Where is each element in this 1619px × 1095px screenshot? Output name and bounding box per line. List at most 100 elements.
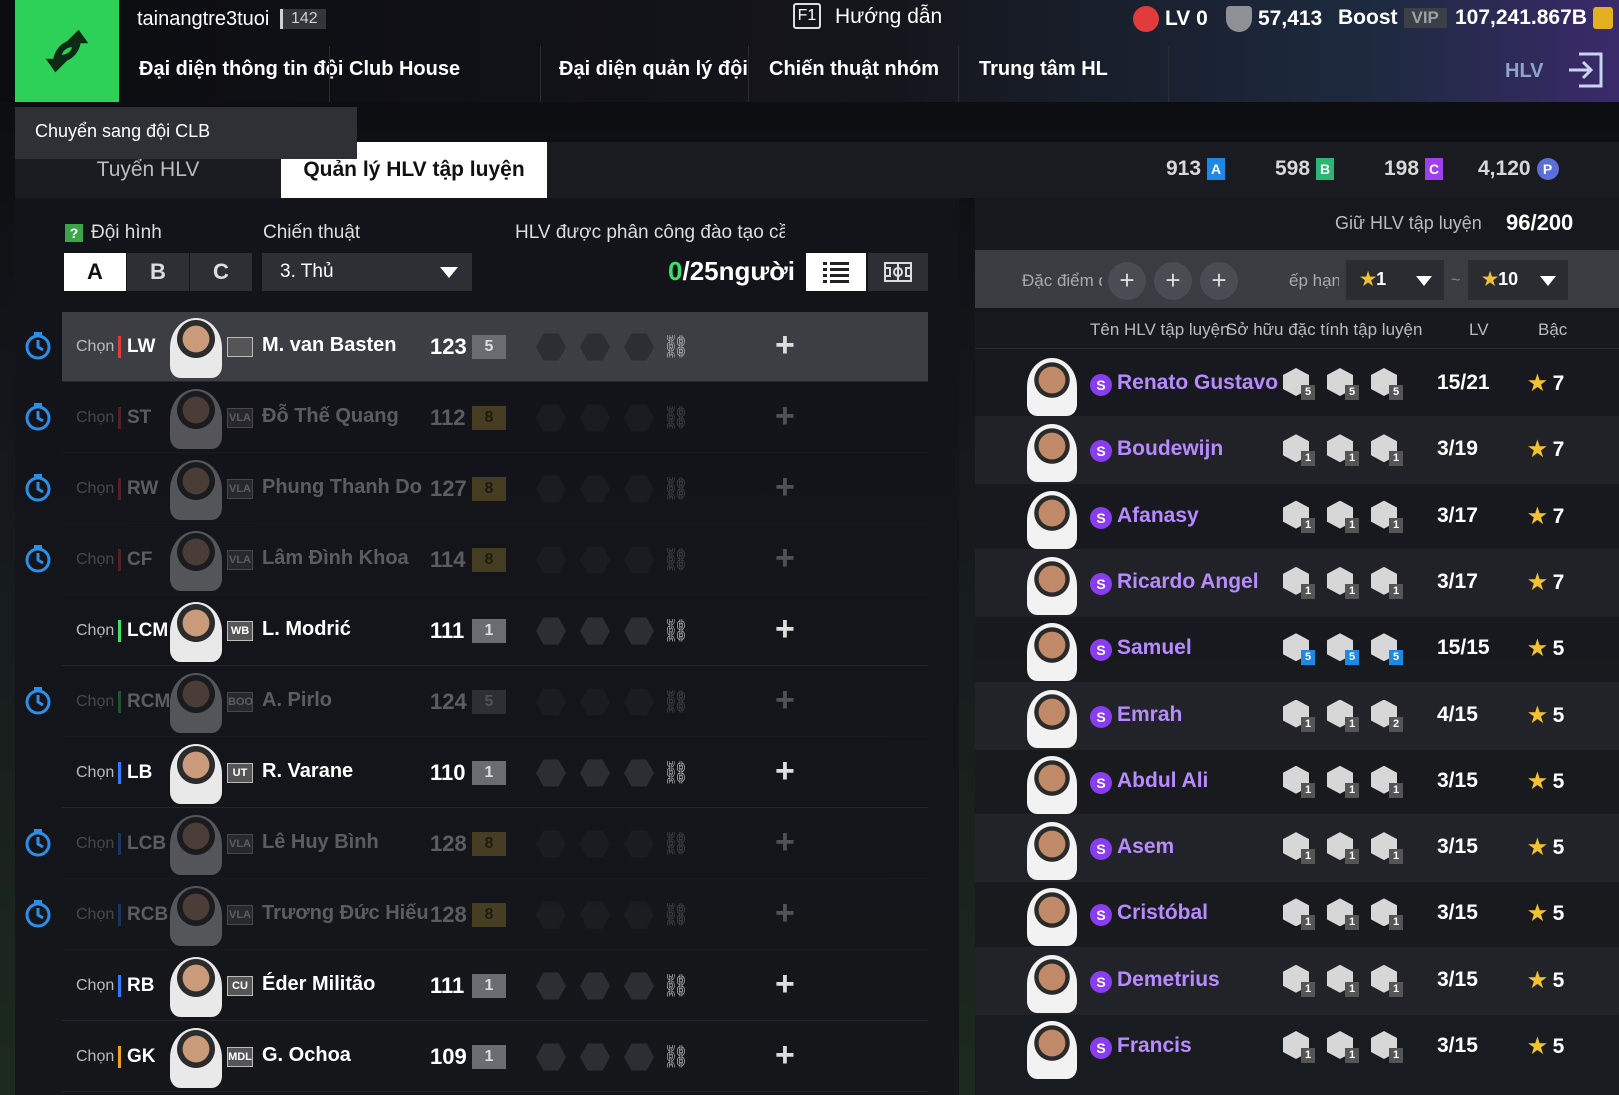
select-label[interactable]: Chọn — [76, 480, 114, 498]
player-row[interactable]: Chọn LW M. van Basten 123 5 ⛓ + — [62, 312, 928, 382]
link-icon[interactable]: ⛓ — [662, 902, 690, 928]
empty-coach-slot-icon[interactable] — [580, 333, 610, 361]
help-icon[interactable]: ? — [65, 224, 83, 242]
training-timer-icon[interactable] — [24, 403, 52, 431]
coach-row[interactable]: S Emrah 1 1 2 4/15 ★ 5 — [975, 681, 1619, 750]
switch-team-logo-button[interactable] — [15, 0, 119, 102]
nav-club-house[interactable]: Club House — [349, 58, 460, 81]
link-icon[interactable]: ⛓ — [662, 689, 690, 715]
training-timer-icon[interactable] — [24, 474, 52, 502]
switch-to-club-team-tooltip[interactable]: Chuyển sang đội CLB — [15, 107, 357, 159]
empty-coach-slot-icon[interactable] — [580, 1043, 610, 1071]
add-coach-button[interactable]: + — [775, 752, 795, 791]
empty-coach-slot-icon[interactable] — [624, 1043, 654, 1071]
formation-a-button[interactable]: A — [64, 253, 126, 291]
empty-coach-slot-icon[interactable] — [624, 688, 654, 716]
add-coach-button[interactable]: + — [775, 468, 795, 507]
add-coach-button[interactable]: + — [775, 539, 795, 578]
coach-row[interactable]: S Ricardo Angel 1 1 1 3/17 ★ 7 — [975, 548, 1619, 617]
player-row[interactable]: Chọn LCM WB L. Modrić 111 1 ⛓ + — [62, 596, 928, 666]
link-icon[interactable]: ⛓ — [662, 760, 690, 786]
add-trait-filter-2[interactable]: + — [1154, 262, 1192, 300]
f1-key-badge[interactable]: F1 — [793, 3, 821, 29]
player-row[interactable]: Chọn RW VLA Phung Thanh Do 127 8 ⛓ + — [62, 454, 928, 524]
empty-coach-slot-icon[interactable] — [624, 972, 654, 1000]
coach-row[interactable]: S Asem 1 1 1 3/15 ★ 5 — [975, 814, 1619, 883]
empty-coach-slot-icon[interactable] — [580, 759, 610, 787]
nav-training-center[interactable]: Trung tâm HL — [979, 58, 1108, 81]
empty-coach-slot-icon[interactable] — [536, 617, 566, 645]
add-trait-filter-1[interactable]: + — [1108, 262, 1146, 300]
nav-team-info[interactable]: Đại diện thông tin đội — [139, 58, 343, 81]
select-label[interactable]: Chọn — [76, 622, 114, 640]
training-timer-icon[interactable] — [24, 829, 52, 857]
empty-coach-slot-icon[interactable] — [536, 333, 566, 361]
boost-stat[interactable]: Boost VIP — [1338, 6, 1447, 30]
player-row[interactable]: Chọn ST VLA Đỗ Thế Quang 112 8 ⛓ + — [62, 383, 928, 453]
coach-row[interactable]: S Boudewijn 1 1 1 3/19 ★ 7 — [975, 416, 1619, 485]
empty-coach-slot-icon[interactable] — [624, 830, 654, 858]
link-icon[interactable]: ⛓ — [662, 405, 690, 431]
rank-max-dropdown[interactable]: ★10 — [1468, 260, 1568, 300]
add-coach-button[interactable]: + — [775, 610, 795, 649]
link-icon[interactable]: ⛓ — [662, 618, 690, 644]
empty-coach-slot-icon[interactable] — [536, 830, 566, 858]
player-row[interactable]: Chọn RB CU Éder Militão 111 1 ⛓ + — [62, 951, 928, 1021]
nav-team-manager[interactable]: Đại diện quản lý đội — [559, 58, 748, 81]
coach-row[interactable]: S Abdul Ali 1 1 1 3/15 ★ 5 — [975, 748, 1619, 816]
help-guide-link[interactable]: Hướng dẫn — [835, 5, 942, 29]
link-icon[interactable]: ⛓ — [662, 547, 690, 573]
empty-coach-slot-icon[interactable] — [580, 830, 610, 858]
link-icon[interactable]: ⛓ — [662, 334, 690, 360]
empty-coach-slot-icon[interactable] — [580, 404, 610, 432]
coach-row[interactable]: S Afanasy 1 1 1 3/17 ★ 7 — [975, 483, 1619, 551]
add-coach-button[interactable]: + — [775, 397, 795, 436]
add-coach-button[interactable]: + — [775, 894, 795, 933]
coach-row[interactable]: S Francis 1 1 1 3/15 ★ 5 — [975, 1013, 1619, 1081]
training-timer-icon[interactable] — [24, 332, 52, 360]
empty-coach-slot-icon[interactable] — [580, 546, 610, 574]
empty-coach-slot-icon[interactable] — [536, 901, 566, 929]
empty-coach-slot-icon[interactable] — [624, 475, 654, 503]
select-label[interactable]: Chọn — [76, 977, 114, 995]
link-icon[interactable]: ⛓ — [662, 831, 690, 857]
add-coach-button[interactable]: + — [775, 326, 795, 365]
select-label[interactable]: Chọn — [76, 1048, 114, 1066]
column-header-lv[interactable]: LV — [1469, 320, 1489, 340]
tactic-dropdown[interactable]: 3. Thủ — [262, 253, 472, 291]
coach-row[interactable]: S Demetrius 1 1 1 3/15 ★ 5 — [975, 946, 1619, 1015]
empty-coach-slot-icon[interactable] — [624, 617, 654, 645]
player-row[interactable]: Chọn RCM BOO A. Pirlo 124 5 ⛓ + — [62, 667, 928, 737]
coach-row[interactable]: S Samuel 5 5 5 15/15 ★ 5 — [975, 615, 1619, 683]
player-row[interactable]: Chọn LB UT R. Varane 110 1 ⛓ + — [62, 738, 928, 808]
player-row[interactable]: Chọn CF VLA Lâm Đình Khoa 114 8 ⛓ + — [62, 525, 928, 595]
empty-coach-slot-icon[interactable] — [624, 546, 654, 574]
formation-b-button[interactable]: B — [127, 253, 189, 291]
select-label[interactable]: Chọn — [76, 409, 114, 427]
pitch-view-button[interactable] — [868, 253, 928, 291]
empty-coach-slot-icon[interactable] — [580, 688, 610, 716]
empty-coach-slot-icon[interactable] — [536, 972, 566, 1000]
empty-coach-slot-icon[interactable] — [580, 475, 610, 503]
add-trait-filter-3[interactable]: + — [1200, 262, 1238, 300]
add-coach-button[interactable]: + — [775, 965, 795, 1004]
player-row[interactable]: Chọn RCB VLA Trương Đức Hiếu 128 8 ⛓ + — [62, 880, 928, 950]
select-label[interactable]: Chọn — [76, 764, 114, 782]
empty-coach-slot-icon[interactable] — [580, 617, 610, 645]
empty-coach-slot-icon[interactable] — [536, 404, 566, 432]
nav-group-tactics[interactable]: Chiến thuật nhóm — [769, 58, 939, 81]
player-row[interactable]: Chọn GK MDL G. Ochoa 109 1 ⛓ + — [62, 1022, 928, 1092]
add-coach-button[interactable]: + — [775, 681, 795, 720]
link-icon[interactable]: ⛓ — [662, 1044, 690, 1070]
column-header-rank[interactable]: Bậc — [1538, 320, 1567, 340]
empty-coach-slot-icon[interactable] — [536, 475, 566, 503]
player-row[interactable]: Chọn LCB VLA Lê Huy Bình 128 8 ⛓ + — [62, 809, 928, 879]
list-view-button[interactable] — [806, 253, 866, 291]
empty-coach-slot-icon[interactable] — [536, 1043, 566, 1071]
empty-coach-slot-icon[interactable] — [536, 759, 566, 787]
training-timer-icon[interactable] — [24, 545, 52, 573]
select-label[interactable]: Chọn — [76, 835, 114, 853]
rank-min-dropdown[interactable]: ★1 — [1346, 260, 1444, 300]
empty-coach-slot-icon[interactable] — [580, 972, 610, 1000]
link-icon[interactable]: ⛓ — [662, 476, 690, 502]
